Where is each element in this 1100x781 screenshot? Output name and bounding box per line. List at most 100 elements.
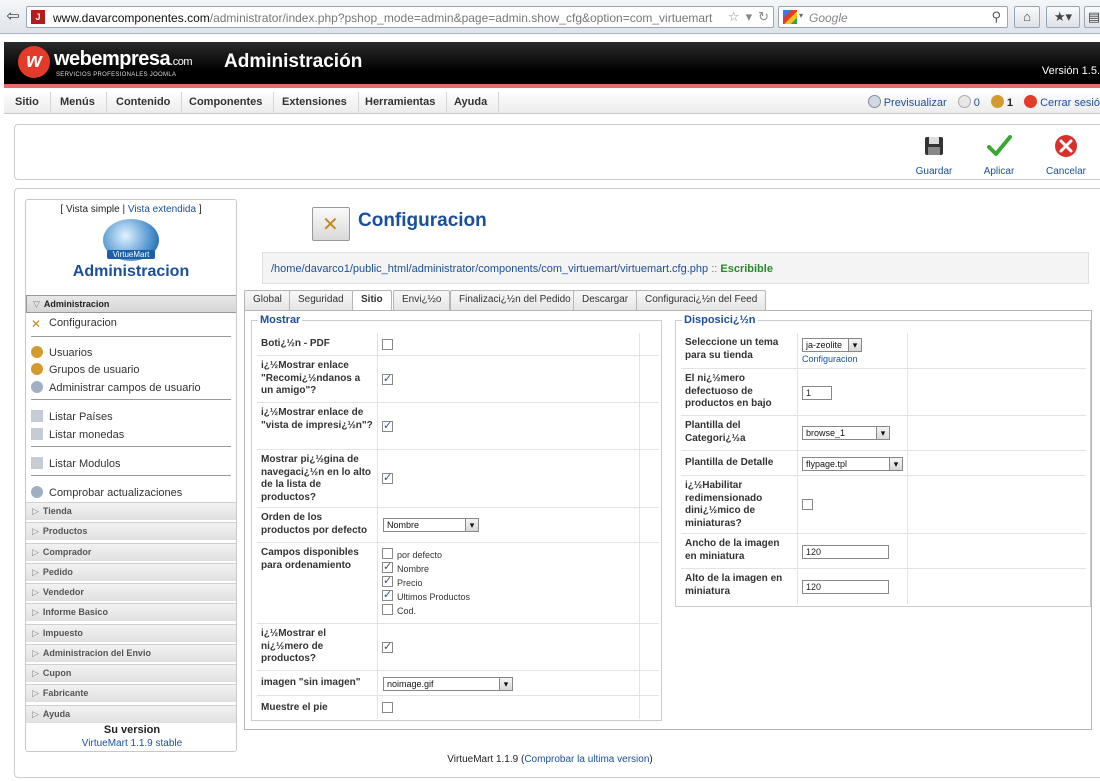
preview-link[interactable]: Previsualizar <box>884 97 947 109</box>
sidebar-section-informe[interactable]: ▷ Informe Basico <box>26 603 236 621</box>
thumb-width-input[interactable]: 120 <box>802 545 889 559</box>
extended-view-link[interactable]: Vista extendida <box>128 204 196 215</box>
menu-extensiones[interactable]: Extensiones <box>271 92 359 114</box>
menu-herramientas[interactable]: Herramientas <box>354 92 448 114</box>
sidebar-section-pedido[interactable]: ▷ Pedido <box>26 563 236 581</box>
users-icon <box>31 346 43 358</box>
row-theme: Seleccione un tema para su tienda ja-zeo… <box>681 333 1086 369</box>
sidebar-item-paises[interactable]: Listar Países <box>31 410 113 423</box>
simple-view-link[interactable]: Vista simple <box>66 204 120 215</box>
category-template-select[interactable]: browse_1 <box>802 426 890 440</box>
sidebar-section-vendedor[interactable]: ▷ Vendedor <box>26 583 236 601</box>
address-bar[interactable]: J www.davarcomponentes.com/administrator… <box>26 6 774 28</box>
tab-seguridad[interactable]: Seguridad <box>289 290 353 310</box>
sidebar-title: Administracion <box>72 263 190 280</box>
url-path: /administrator/index.php?pshop_mode=admi… <box>209 11 713 25</box>
sidebar-item-grupos[interactable]: Grupos de usuario <box>31 363 140 376</box>
theme-config-link[interactable]: Configuracion <box>802 354 858 364</box>
main-menu-bar: Sitio Menús Contenido Componentes Extens… <box>4 92 1100 114</box>
paging-checkbox[interactable] <box>382 471 393 484</box>
pdf-checkbox[interactable] <box>382 339 393 350</box>
sidebar-item-monedas[interactable]: Listar monedas <box>31 428 124 441</box>
save-button[interactable]: Guardar <box>909 133 959 177</box>
reload-icon[interactable]: ↻ <box>758 9 769 24</box>
list-icon <box>31 428 43 440</box>
home-icon[interactable]: ⌂ <box>1014 6 1040 28</box>
sidebar-section-productos[interactable]: ▷ Productos <box>26 522 236 540</box>
fieldset-mostrar: Mostrar Boti¿½n - PDF i¿½Mostrar enlace … <box>251 314 662 721</box>
sidebar-item-modulos[interactable]: Listar Modulos <box>31 457 121 470</box>
count-checkbox[interactable] <box>382 640 393 653</box>
version-value[interactable]: VirtueMart 1.1.9 stable <box>26 738 236 749</box>
sidebar-item-campos-usuario[interactable]: Administrar campos de usuario <box>31 381 201 394</box>
sidebar-section-fabricante[interactable]: ▷ Fabricante <box>26 684 236 702</box>
tab-descargar[interactable]: Descargar <box>573 290 638 310</box>
apply-button[interactable]: Aplicar <box>974 133 1024 177</box>
address-url[interactable]: www.davarcomponentes.com/administrator/i… <box>53 11 712 25</box>
recommend-checkbox[interactable] <box>382 372 393 385</box>
search-icon[interactable]: ⚲ <box>991 9 1001 25</box>
tab-sitio[interactable]: Sitio <box>352 290 392 311</box>
order-select[interactable]: Nombre <box>383 518 479 532</box>
noimage-select[interactable]: noimage.gif <box>383 677 513 691</box>
menu-status: Previsualizar 0 1 Cerrar sesió <box>860 95 1100 109</box>
sort-price-checkbox[interactable] <box>382 574 393 587</box>
menu-ayuda[interactable]: Ayuda <box>443 92 500 114</box>
sort-code-checkbox[interactable] <box>382 604 393 615</box>
list-icon <box>31 410 43 422</box>
search-input[interactable]: Google <box>809 11 848 25</box>
floppy-disk-icon <box>925 137 943 155</box>
menu-componentes[interactable]: Componentes <box>178 92 275 114</box>
detail-template-select[interactable]: flypage.tpl <box>802 457 903 471</box>
browser-menu-icon[interactable]: ▤ <box>1084 6 1100 28</box>
sidebar-section-ayuda[interactable]: ▷ Ayuda <box>26 705 236 723</box>
sidebar-section-impuesto[interactable]: ▷ Impuesto <box>26 624 236 642</box>
footer-checkbox[interactable] <box>382 702 393 713</box>
tab-envio[interactable]: Envi¿½o <box>393 290 451 310</box>
sort-name-checkbox[interactable] <box>382 560 393 573</box>
config-path: /home/davarco1/public_html/administrator… <box>271 263 709 275</box>
sidebar-item-usuarios[interactable]: Usuarios <box>31 346 92 359</box>
print-checkbox[interactable] <box>382 419 393 432</box>
menu-menus[interactable]: Menús <box>49 92 107 114</box>
search-engine-caret-icon[interactable]: ▾ <box>799 11 803 20</box>
sidebar-item-configuracion[interactable]: ✕ Configuracion <box>31 317 117 331</box>
perpage-input[interactable]: 1 <box>802 386 832 400</box>
back-arrow-icon[interactable]: ⇦ <box>4 8 22 26</box>
cancel-icon <box>1055 135 1077 157</box>
check-version-link[interactable]: Comprobar la ultima version <box>524 754 649 765</box>
chevron-right-icon: ▷ <box>32 688 39 698</box>
preview-icon <box>867 95 881 108</box>
sort-default-checkbox[interactable] <box>382 548 393 559</box>
theme-select[interactable]: ja-zeolite <box>802 338 862 352</box>
row-order: Orden de los productos por defecto Nombr… <box>257 508 659 543</box>
row-pdf: Boti¿½n - PDF <box>257 333 659 356</box>
save-label: Guardar <box>915 166 953 177</box>
tab-finalizacion[interactable]: Finalizaci¿½n del Pedido <box>450 290 580 310</box>
chevron-right-icon: ▷ <box>32 547 39 557</box>
sidebar-item-actualizaciones[interactable]: Comprobar actualizaciones <box>31 486 182 499</box>
logout-link[interactable]: Cerrar sesió <box>1040 97 1100 109</box>
menu-contenido[interactable]: Contenido <box>105 92 183 114</box>
sort-latest-checkbox[interactable] <box>382 588 393 601</box>
tab-feed[interactable]: Configuraci¿½n del Feed <box>636 290 767 310</box>
cancel-button[interactable]: Cancelar <box>1041 133 1091 177</box>
google-icon[interactable] <box>783 10 797 24</box>
bookmarks-menu-icon[interactable]: ★▾ <box>1046 6 1080 28</box>
sidebar-section-tienda[interactable]: ▷ Tienda <box>26 502 236 520</box>
search-box[interactable]: ▾ Google ⚲ <box>778 6 1008 28</box>
resize-checkbox[interactable] <box>802 499 813 510</box>
sidebar-section-administracion[interactable]: ▽ Administracion <box>26 295 236 313</box>
users-online-count: 1 <box>1006 97 1014 109</box>
sidebar-version: Su version VirtueMart 1.1.9 stable <box>26 724 236 749</box>
messages-count[interactable]: 0 <box>974 97 980 109</box>
sidebar-section-cupon[interactable]: ▷ Cupon <box>26 664 236 682</box>
dropdown-arrow-icon[interactable]: ▾ <box>746 9 753 24</box>
thumb-height-input[interactable]: 120 <box>802 580 889 594</box>
bookmark-star-icon[interactable]: ☆ <box>728 9 740 24</box>
row-thumb-width: Ancho de la imagen en miniatura 120 <box>681 534 1086 569</box>
sidebar-section-envio[interactable]: ▷ Administracion del Envio <box>26 644 236 662</box>
menu-sitio[interactable]: Sitio <box>4 92 51 114</box>
tab-global[interactable]: Global <box>244 290 291 310</box>
sidebar-section-comprador[interactable]: ▷ Comprador <box>26 543 236 561</box>
